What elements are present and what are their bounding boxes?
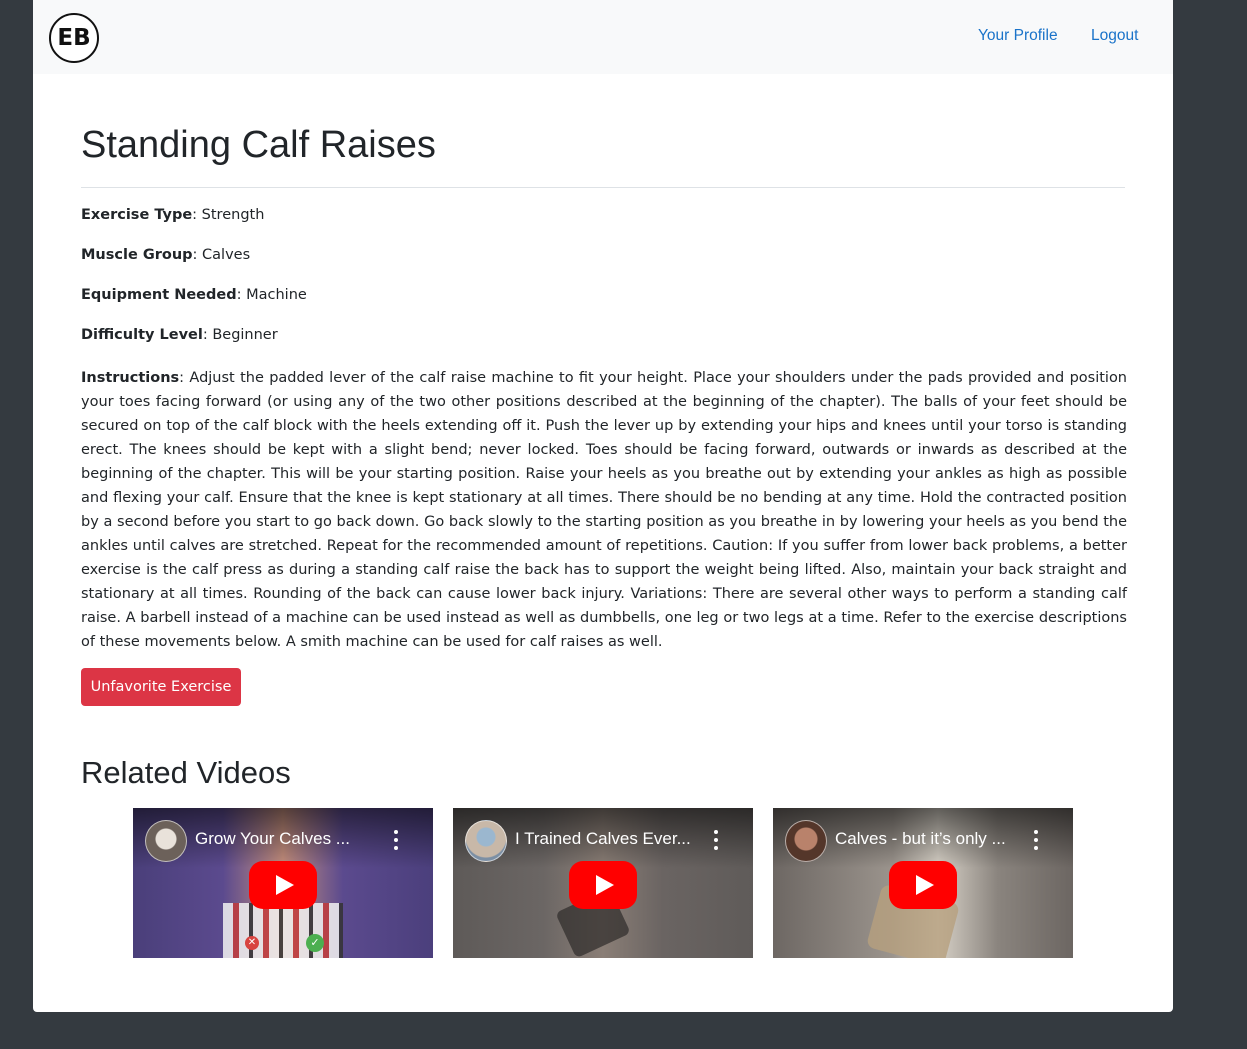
related-videos-heading: Related Videos bbox=[81, 755, 291, 790]
exercise-type-field: Exercise Type: Strength bbox=[81, 207, 265, 223]
title-divider bbox=[81, 187, 1125, 188]
channel-avatar[interactable] bbox=[785, 820, 827, 862]
your-profile-link[interactable]: Your Profile bbox=[978, 27, 1058, 45]
main-card: EB Your Profile Logout Standing Calf Rai… bbox=[33, 0, 1173, 1012]
brand-logo[interactable]: EB bbox=[49, 13, 99, 63]
x-mark-icon: ✕ bbox=[245, 936, 259, 950]
play-button-icon[interactable] bbox=[569, 861, 637, 909]
muscle-group-field: Muscle Group: Calves bbox=[81, 247, 251, 263]
video-embed-1[interactable]: ✕ ✓ Grow Your Calves ... bbox=[133, 808, 433, 958]
field-label: Equipment Needed bbox=[81, 287, 237, 303]
field-value: Machine bbox=[246, 287, 307, 303]
video-embed-3[interactable]: Calves - but it’s only ... bbox=[773, 808, 1073, 958]
video-title[interactable]: Calves - but it’s only ... bbox=[835, 829, 1006, 849]
channel-avatar[interactable] bbox=[465, 820, 507, 862]
field-label: Difficulty Level bbox=[81, 327, 203, 343]
video-embed-2[interactable]: I Trained Calves Ever... bbox=[453, 808, 753, 958]
exercise-title: Standing Calf Raises bbox=[81, 124, 436, 166]
instructions-text: Instructions: Adjust the padded lever of… bbox=[81, 370, 1128, 650]
more-options-icon[interactable] bbox=[1033, 830, 1039, 850]
play-button-icon[interactable] bbox=[889, 861, 957, 909]
video-thumbnail bbox=[223, 903, 343, 958]
channel-avatar[interactable] bbox=[145, 820, 187, 862]
logout-link[interactable]: Logout bbox=[1091, 27, 1138, 45]
instructions-label: Instructions bbox=[81, 370, 180, 386]
difficulty-field: Difficulty Level: Beginner bbox=[81, 327, 278, 343]
field-label: Muscle Group bbox=[81, 247, 193, 263]
unfavorite-exercise-button[interactable]: Unfavorite Exercise bbox=[81, 668, 241, 706]
video-title[interactable]: I Trained Calves Ever... bbox=[515, 829, 691, 849]
field-value: Strength bbox=[201, 207, 265, 223]
video-title[interactable]: Grow Your Calves ... bbox=[195, 829, 350, 849]
field-value: Beginner bbox=[212, 327, 278, 343]
instructions-body: Adjust the padded lever of the calf rais… bbox=[81, 370, 1128, 650]
more-options-icon[interactable] bbox=[393, 830, 399, 850]
equipment-field: Equipment Needed: Machine bbox=[81, 287, 307, 303]
play-button-icon[interactable] bbox=[249, 861, 317, 909]
field-label: Exercise Type bbox=[81, 207, 193, 223]
field-value: Calves bbox=[202, 247, 251, 263]
check-mark-icon: ✓ bbox=[306, 934, 324, 952]
more-options-icon[interactable] bbox=[713, 830, 719, 850]
navbar: EB Your Profile Logout bbox=[33, 0, 1173, 74]
